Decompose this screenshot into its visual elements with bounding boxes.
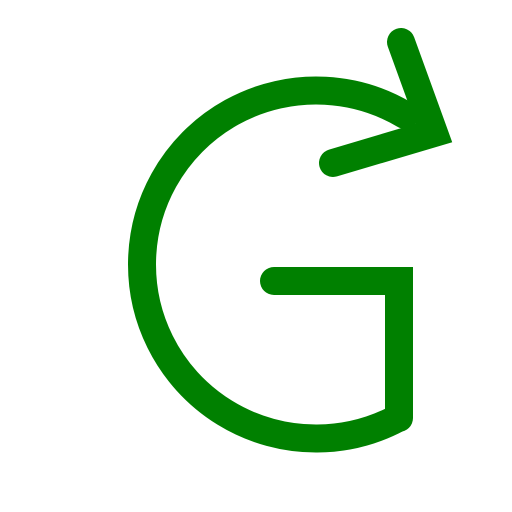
icon-canvas bbox=[0, 0, 512, 512]
g-crossbar bbox=[260, 267, 413, 432]
refresh-g-icon bbox=[128, 28, 453, 453]
